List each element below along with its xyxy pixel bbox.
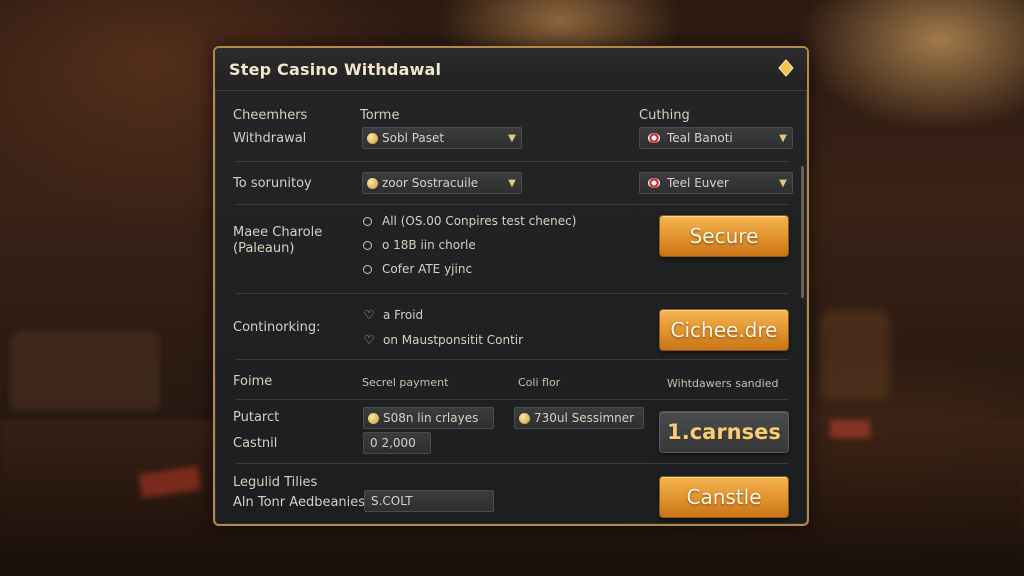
divider xyxy=(235,161,789,162)
amount-field[interactable]: 0 2,000 xyxy=(363,432,431,454)
background-chair-left xyxy=(10,330,160,410)
header-cheemhers: Cheemhers xyxy=(233,108,308,123)
payment-field[interactable]: S08n lin crlayes xyxy=(363,407,494,429)
row-label-withdrawal: Withdrawal xyxy=(233,131,307,146)
background-card xyxy=(138,465,202,499)
row-label-aedbeanies: Aln Tonr Aedbeanies xyxy=(233,495,366,510)
dialog-header: Step Casino Withdawal xyxy=(215,48,807,91)
chevron-down-icon: ▼ xyxy=(779,177,787,189)
heart-icon: ♡ xyxy=(363,308,375,322)
option-froid[interactable]: ♡ a Froid xyxy=(363,308,424,322)
diamond-icon[interactable] xyxy=(777,59,795,77)
withdrawal-bank-select[interactable]: Teal Banoti ▼ xyxy=(639,127,793,149)
radio-option-2[interactable]: o 18B iin chorle xyxy=(363,238,476,252)
row-label-putarct: Putarct xyxy=(233,410,280,425)
row-label-maee-charole: Maee Charole xyxy=(233,225,323,240)
background-chair-right xyxy=(820,310,890,400)
source-select[interactable]: zoor Sostracuile ▼ xyxy=(362,172,522,194)
option-maustponsitit[interactable]: ♡ on Maustponsitit Contir xyxy=(363,333,523,347)
dialog-title: Step Casino Withdawal xyxy=(229,60,442,79)
divider xyxy=(235,359,789,360)
scrollbar[interactable] xyxy=(801,166,804,298)
coin-icon xyxy=(368,412,379,424)
secure-button[interactable]: Secure xyxy=(659,215,789,257)
coin-icon xyxy=(367,177,378,189)
divider xyxy=(235,399,789,400)
header-torme: Torme xyxy=(360,108,400,123)
header-secrel-payment: Secrel payment xyxy=(362,376,449,389)
code-field[interactable]: S.COLT xyxy=(364,490,494,512)
coin-icon xyxy=(367,132,378,144)
destination-select[interactable]: Teel Euver ▼ xyxy=(639,172,793,194)
radio-button[interactable] xyxy=(363,216,372,226)
header-wihtdawers-sandied: Wihtdawers sandied xyxy=(667,377,779,390)
withdrawal-dialog: Step Casino Withdawal Cheemhers Torme Cu… xyxy=(213,46,809,526)
flag-icon xyxy=(648,178,660,188)
row-label-castnil: Castnil xyxy=(233,436,278,451)
coin-icon xyxy=(519,412,530,424)
carnses-button[interactable]: 1.carnses xyxy=(659,411,789,453)
row-label-sorunitoy: To sorunitoy xyxy=(233,176,312,191)
chevron-down-icon: ▼ xyxy=(508,177,516,189)
cichee-button[interactable]: Cichee.dre xyxy=(659,309,789,351)
divider xyxy=(235,204,789,205)
radio-button[interactable] xyxy=(363,264,372,274)
radio-option-3[interactable]: Cofer ATE yjinc xyxy=(363,262,472,276)
header-coli-flor: Coli flor xyxy=(518,376,561,389)
row-label-legulid-tilies: Legulid Tilies xyxy=(233,475,318,490)
row-label-continorking: Continorking: xyxy=(233,320,321,335)
chevron-down-icon: ▼ xyxy=(508,132,516,144)
header-cuthing: Cuthing xyxy=(639,108,690,123)
row-label-paleaun: (Paleaun) xyxy=(233,241,295,256)
divider xyxy=(235,293,789,294)
radio-button[interactable] xyxy=(363,240,372,250)
chevron-down-icon: ▼ xyxy=(779,132,787,144)
divider xyxy=(235,463,789,464)
canstle-button[interactable]: Canstle xyxy=(659,476,789,518)
radio-option-1[interactable]: All (OS.00 Conpires test chenec) xyxy=(363,214,576,228)
background-card xyxy=(830,420,870,438)
withdrawal-method-select[interactable]: Sobl Paset ▼ xyxy=(362,127,522,149)
row-label-foime: Foime xyxy=(233,374,273,389)
flag-icon xyxy=(648,133,660,143)
heart-icon: ♡ xyxy=(363,333,375,347)
session-field[interactable]: 730ul Sessimner xyxy=(514,407,644,429)
